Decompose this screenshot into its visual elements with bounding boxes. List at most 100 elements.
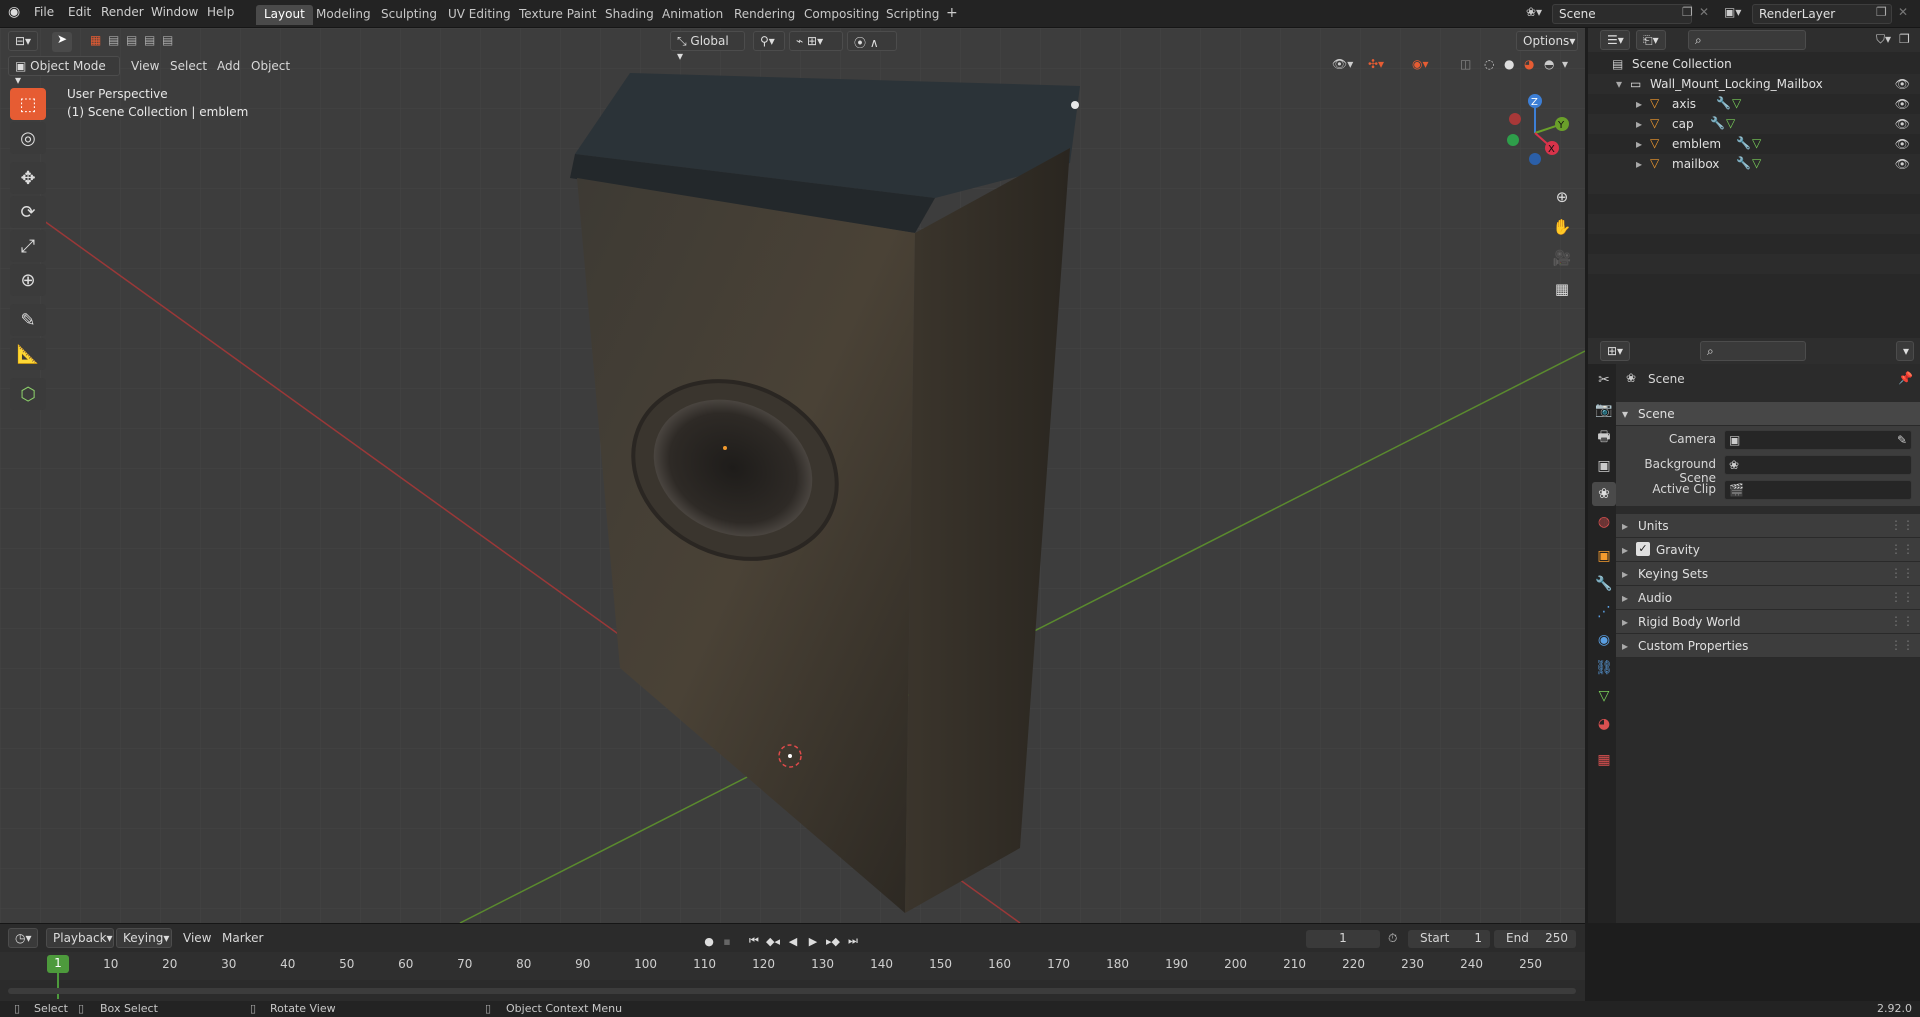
expand-arrow-icon[interactable]: ▾ xyxy=(1616,77,1622,91)
scene-icon[interactable]: ❀▾ xyxy=(1526,5,1542,19)
drag-handle-icon[interactable]: ⋮⋮ xyxy=(1890,518,1914,532)
eye-icon[interactable]: 👁 xyxy=(1895,97,1910,111)
selection-mode-new-icon[interactable]: ▦ xyxy=(90,33,101,47)
gravity-panel[interactable]: ▸ ✓ Gravity ⋮⋮ xyxy=(1616,538,1920,562)
cursor-tool[interactable]: ◎ xyxy=(10,122,46,154)
expand-arrow-icon[interactable]: ▸ xyxy=(1636,137,1642,151)
active-clip-field[interactable]: 🎬 xyxy=(1724,480,1912,500)
pivot-point-dropdown[interactable]: ⚲▾ xyxy=(753,31,785,51)
expand-arrow-icon[interactable]: ▸ xyxy=(1636,117,1642,131)
prev-keyframe-icon[interactable]: ◆◂ xyxy=(764,932,782,950)
render-layer-copy-icon[interactable]: ❐ xyxy=(1876,5,1887,19)
background-scene-field[interactable]: ❀ xyxy=(1724,455,1912,475)
overlays-toggle-icon[interactable]: ◉▾ xyxy=(1412,57,1429,71)
material-preview-shading-icon[interactable]: ◕ xyxy=(1524,57,1534,71)
render-tab-icon[interactable]: 📷 xyxy=(1592,398,1616,422)
properties-editor-type[interactable]: ⊞▾ xyxy=(1600,341,1630,361)
keying-sets-panel[interactable]: ▸ Keying Sets ⋮⋮ xyxy=(1616,562,1920,586)
new-collection-icon[interactable]: ❐ xyxy=(1899,32,1910,46)
view-layer-tab-icon[interactable]: ▣ xyxy=(1592,454,1616,478)
tab-uv-editing[interactable]: UV Editing xyxy=(440,5,519,25)
shading-options-icon[interactable]: ▾ xyxy=(1562,57,1568,71)
visibility-icon[interactable]: 👁▾ xyxy=(1332,57,1353,71)
editor-type-dropdown[interactable]: ⊟▾ xyxy=(8,31,38,51)
scene-tab-icon[interactable]: ❀ xyxy=(1592,482,1616,506)
camera-view-icon[interactable]: 🎥 xyxy=(1548,244,1576,272)
annotate-tool[interactable]: ✎ xyxy=(10,304,46,336)
viewport-menu-add[interactable]: Add xyxy=(217,59,240,73)
filter-icon[interactable]: ⛉▾ xyxy=(1876,32,1891,47)
timeline-menu-marker[interactable]: Marker xyxy=(222,931,263,945)
jump-start-icon[interactable]: ⏮ xyxy=(745,932,763,950)
tab-sculpting[interactable]: Sculpting xyxy=(373,5,445,25)
stopwatch-icon[interactable]: ⏱ xyxy=(1388,931,1397,946)
options-dropdown[interactable]: Options▾ xyxy=(1516,31,1578,51)
play-icon[interactable]: ▶ xyxy=(804,932,822,950)
xray-toggle-icon[interactable]: ◫ xyxy=(1460,57,1471,71)
timeline-editor-type[interactable]: ◷▾ xyxy=(8,928,38,948)
physics-tab-icon[interactable]: ◉ xyxy=(1592,628,1616,652)
selection-mode-subtract-icon[interactable]: ▤ xyxy=(126,33,137,47)
menu-window[interactable]: Window xyxy=(151,5,198,19)
viewport-menu-view[interactable]: View xyxy=(131,59,159,73)
jump-end-icon[interactable]: ⏭ xyxy=(844,932,862,950)
menu-file[interactable]: File xyxy=(34,5,54,19)
expand-arrow-icon[interactable]: ▸ xyxy=(1636,97,1642,111)
3d-viewport[interactable]: ⊟▾ ➤ ▦ ▤ ▤ ▤ ▤ ⤡ Global ▾ ⚲▾ ⌁ ⊞▾ ⦿ ∧ Op… xyxy=(0,28,1585,923)
playhead[interactable]: 1 xyxy=(47,955,69,973)
add-workspace-icon[interactable]: + xyxy=(946,5,958,21)
scene-remove-icon[interactable]: ✕ xyxy=(1699,5,1709,19)
select-box-tool[interactable]: ⬚ xyxy=(10,88,46,120)
ortho-toggle-icon[interactable]: ▦ xyxy=(1548,275,1576,303)
output-tab-icon[interactable]: 🖶 xyxy=(1592,426,1616,450)
outliner-search-input[interactable]: ⌕ xyxy=(1688,30,1806,50)
pin-icon[interactable]: 📌 xyxy=(1898,371,1913,385)
modifier-tab-icon[interactable]: 🔧 xyxy=(1592,572,1616,596)
current-frame-field[interactable]: 1 xyxy=(1306,930,1380,948)
scale-tool[interactable]: ⤢ xyxy=(10,230,46,262)
auto-keying-options-icon[interactable]: ▪ xyxy=(718,932,736,950)
outliner-display-mode[interactable]: ⎗▾ xyxy=(1636,30,1666,50)
rendered-shading-icon[interactable]: ◓ xyxy=(1544,57,1554,71)
selection-mode-extend-icon[interactable]: ▤ xyxy=(108,33,119,47)
eye-icon[interactable]: 👁 xyxy=(1895,137,1910,151)
add-cube-tool[interactable]: ⬡ xyxy=(10,378,46,410)
menu-edit[interactable]: Edit xyxy=(68,5,91,19)
particles-tab-icon[interactable]: ⋰ xyxy=(1592,600,1616,624)
play-reverse-icon[interactable]: ◀ xyxy=(784,932,802,950)
gizmo-toggle-icon[interactable]: ✣▾ xyxy=(1368,57,1384,71)
menu-help[interactable]: Help xyxy=(207,5,234,19)
custom-properties-panel[interactable]: ▸ Custom Properties ⋮⋮ xyxy=(1616,634,1920,658)
end-frame-field[interactable]: End 250 xyxy=(1494,930,1576,948)
move-tool[interactable]: ✥ xyxy=(10,162,46,194)
tab-animation[interactable]: Animation xyxy=(654,5,731,25)
material-tab-icon[interactable]: ◕ xyxy=(1592,712,1616,736)
selection-mode-invert-icon[interactable]: ▤ xyxy=(144,33,155,47)
navigation-gizmo[interactable]: Z Y X xyxy=(1495,88,1575,168)
viewport-menu-select[interactable]: Select xyxy=(170,59,207,73)
eyedropper-icon[interactable]: ✎ xyxy=(1897,433,1907,447)
pan-hand-icon[interactable]: ✋ xyxy=(1548,213,1576,241)
timeline-scrollbar[interactable] xyxy=(8,988,1576,994)
outliner-root-row[interactable]: ▤ Scene Collection xyxy=(1588,54,1920,74)
snap-dropdown[interactable]: ⌁ ⊞▾ xyxy=(789,31,843,51)
rigid-body-world-panel[interactable]: ▸ Rigid Body World ⋮⋮ xyxy=(1616,610,1920,634)
eye-icon[interactable]: 👁 xyxy=(1895,117,1910,131)
outliner-editor-type[interactable]: ☰▾ xyxy=(1600,30,1630,50)
outliner-object-row[interactable]: ▸ ▽ mailbox 🔧 ▽ 👁 xyxy=(1588,154,1920,174)
gravity-checkbox[interactable]: ✓ xyxy=(1636,542,1650,556)
tab-texture-paint[interactable]: Texture Paint xyxy=(511,5,604,25)
render-layer-selector[interactable]: RenderLayer xyxy=(1752,4,1892,24)
camera-field[interactable]: ▣ ✎ xyxy=(1724,430,1912,450)
expand-arrow-icon[interactable]: ▸ xyxy=(1636,157,1642,171)
start-frame-field[interactable]: Start 1 xyxy=(1408,930,1490,948)
eye-icon[interactable]: 👁 xyxy=(1895,157,1910,171)
playback-menu[interactable]: Playback▾ xyxy=(46,928,114,948)
selection-mode-intersect-icon[interactable]: ▤ xyxy=(162,33,173,47)
solid-shading-icon[interactable]: ● xyxy=(1504,57,1514,71)
tab-layout[interactable]: Layout xyxy=(256,5,313,25)
select-tool-icon[interactable]: ➤ xyxy=(52,32,72,52)
audio-panel[interactable]: ▸ Audio ⋮⋮ xyxy=(1616,586,1920,610)
object-tab-icon[interactable]: ▣ xyxy=(1592,544,1616,568)
tab-modeling[interactable]: Modeling xyxy=(308,5,379,25)
